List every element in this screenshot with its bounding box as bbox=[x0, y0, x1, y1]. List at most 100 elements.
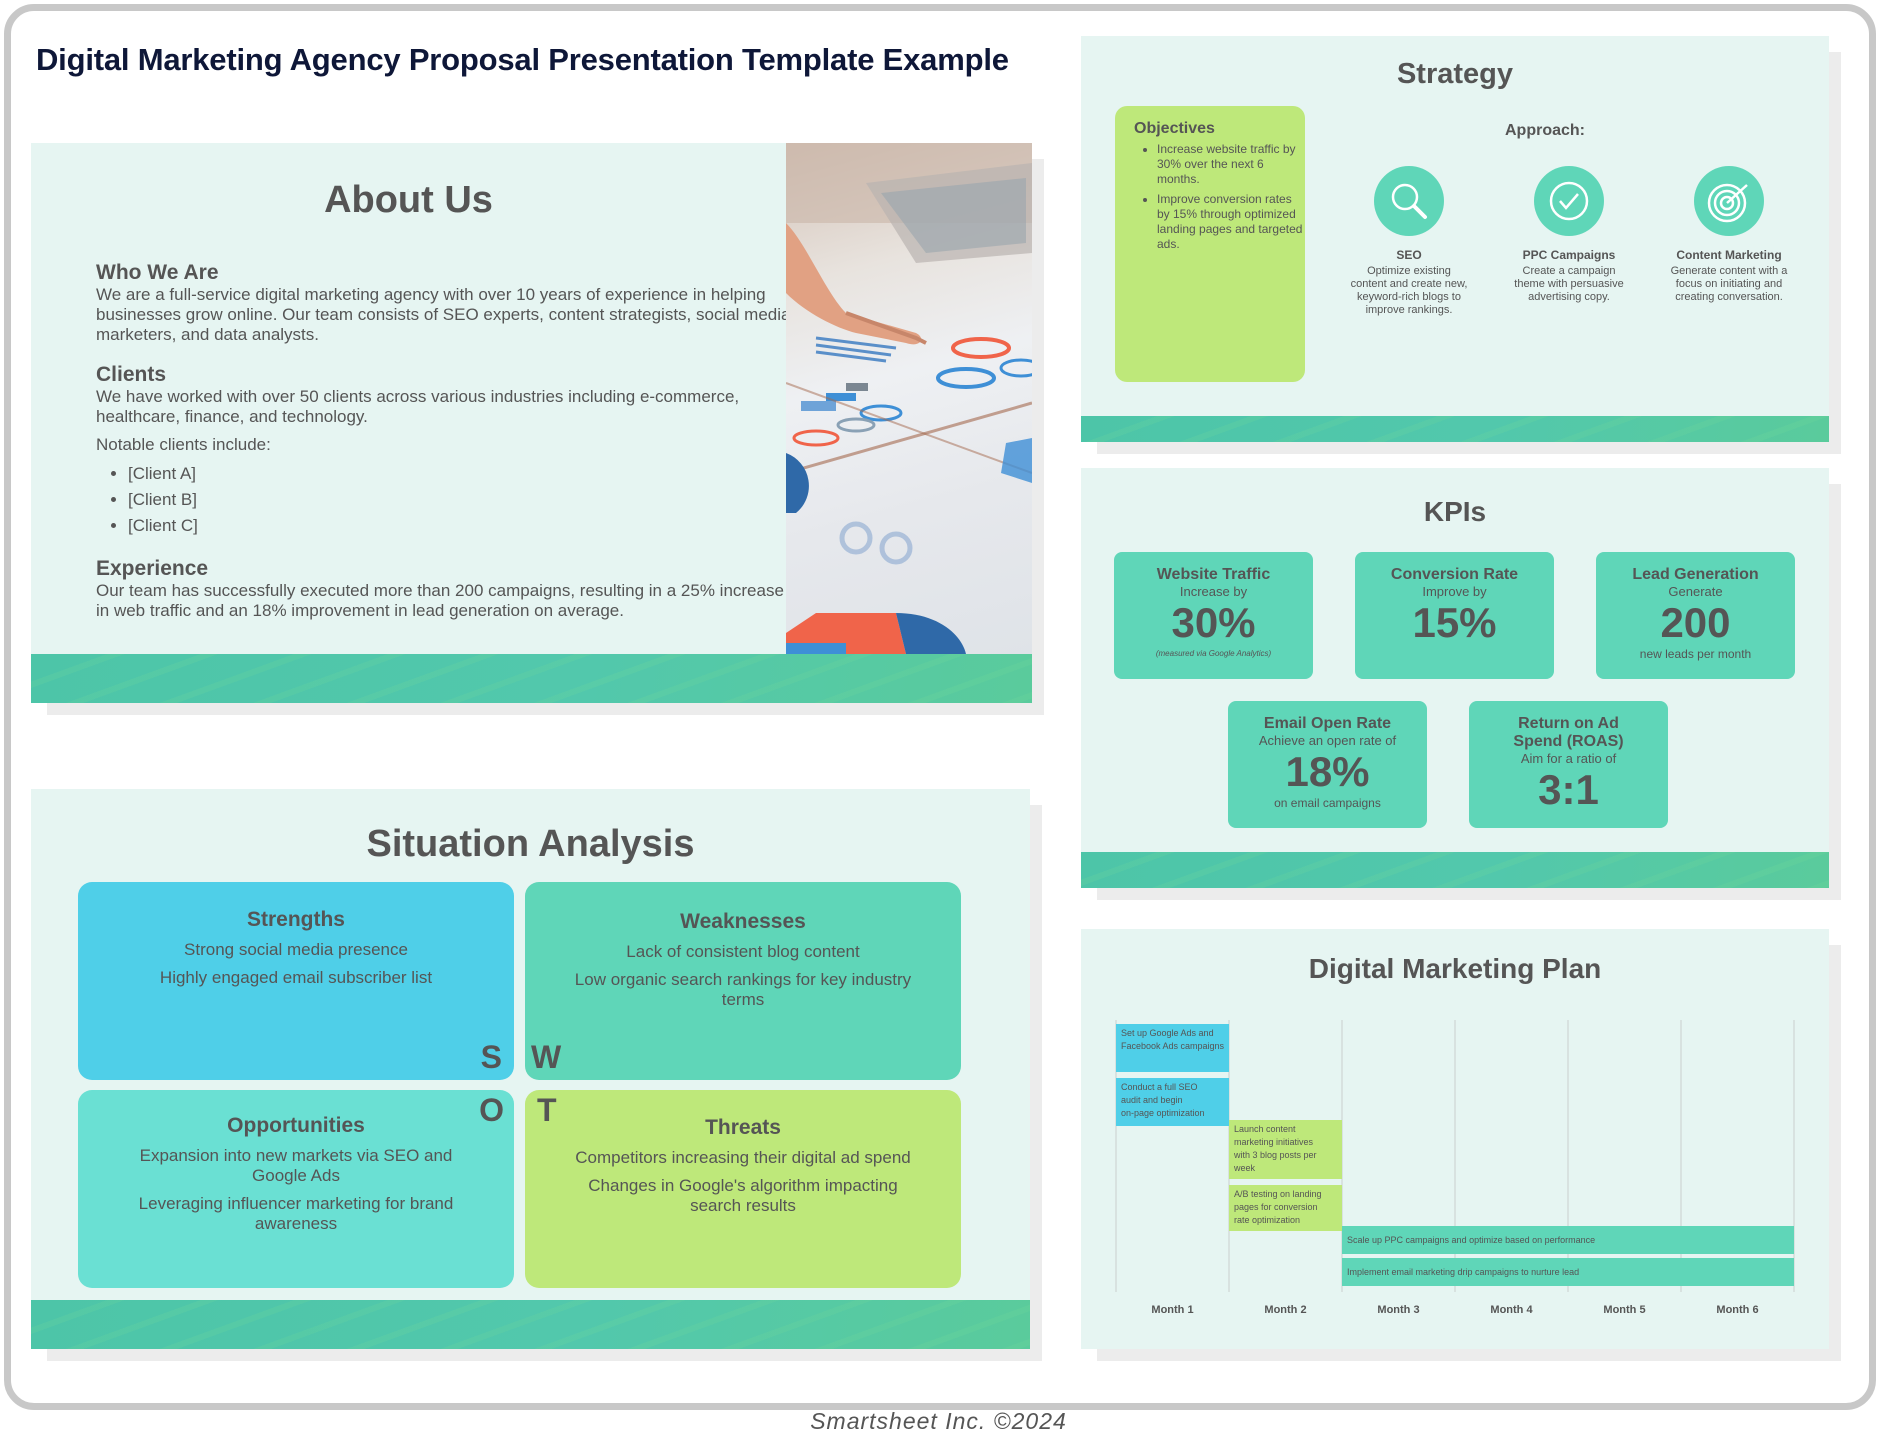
objectives-box: Objectives Increase website traffic by 3… bbox=[1115, 106, 1305, 382]
swot-weaknesses-title: Weaknesses bbox=[680, 910, 806, 933]
about-us-title: About Us bbox=[324, 179, 493, 221]
strategy-title: Strategy bbox=[1396, 58, 1514, 90]
kpi-title: Website Traffic bbox=[1156, 566, 1271, 583]
kpi-note: on email campaigns bbox=[1274, 796, 1381, 810]
kpi-title: Conversion Rate bbox=[1390, 566, 1519, 583]
swot-item: Leveraging influencer marketing for bran… bbox=[138, 1194, 454, 1233]
kpi-subtitle: Increase by bbox=[1179, 584, 1248, 599]
kpis-title: KPIs bbox=[1423, 496, 1487, 527]
swot-item: Strong social media presence bbox=[184, 940, 408, 959]
slide-footer-band bbox=[1081, 416, 1829, 442]
gantt-month-label: Month 3 bbox=[1377, 1304, 1419, 1316]
client-item: [Client C] bbox=[128, 513, 796, 539]
kpi-value: 18% bbox=[1285, 748, 1370, 795]
kpi-value: 200 bbox=[1660, 599, 1731, 646]
about-us-body: Who We Are We are a full-service digital… bbox=[96, 261, 796, 639]
swot-strengths: Strengths Strong social media presence H… bbox=[78, 882, 514, 1080]
client-item: [Client A] bbox=[128, 461, 796, 487]
swot-letter-t: T bbox=[537, 1092, 557, 1128]
objectives-heading: Objectives bbox=[1134, 120, 1215, 137]
analytics-photo bbox=[786, 143, 1032, 654]
swot-strengths-title: Strengths bbox=[246, 908, 345, 931]
approach-text: Optimize existing content and create new… bbox=[1350, 265, 1468, 316]
who-we-are-heading: Who We Are bbox=[96, 261, 219, 284]
swot-weaknesses: Weaknesses Lack of consistent blog conte… bbox=[525, 882, 961, 1080]
gantt-task-label: Scale up PPC campaigns and optimize base… bbox=[1347, 1235, 1595, 1245]
approach-title: Content Marketing bbox=[1676, 248, 1782, 262]
gantt-task: A/B testing on landing pages for conversi… bbox=[1229, 1185, 1342, 1231]
swot-item: Highly engaged email subscriber list bbox=[159, 968, 433, 987]
gantt-task: Launch content marketing initiatives with … bbox=[1229, 1120, 1342, 1179]
swot-letter-w: W bbox=[531, 1039, 562, 1075]
kpi-subtitle: Achieve an open rate of bbox=[1258, 733, 1397, 748]
approach-text: Generate content with a focus on initiat… bbox=[1670, 265, 1788, 303]
situation-analysis-slide: Situation Analysis Strengths Strong soci… bbox=[31, 789, 1030, 1349]
gantt-chart: Month 1 Month 2 Month 3 Month 4 Month 5 Month… bbox=[1115, 1020, 1795, 1316]
approach-text: Create a campaign theme with persuasive … bbox=[1514, 265, 1624, 303]
kpi-lead-generation: Lead Generation Generate 200 new leads p… bbox=[1596, 552, 1795, 679]
photo-illustration bbox=[786, 143, 1032, 654]
kpi-subtitle: Improve by bbox=[1422, 584, 1487, 599]
kpi-roas: Return on Ad Spend (ROAS) Aim for a rati… bbox=[1469, 701, 1668, 828]
page-title: Digital Marketing Agency Proposal Presen… bbox=[36, 42, 1009, 77]
swot-item: Low organic search rankings for key indu… bbox=[574, 970, 912, 1009]
situation-analysis-title: Situation Analysis bbox=[366, 823, 695, 865]
gantt-task-label: Implement email marketing drip campaigns… bbox=[1347, 1267, 1579, 1277]
gantt-task: Set up Google Ads and Facebook Ads campai… bbox=[1116, 1024, 1229, 1072]
gantt-month-label: Month 4 bbox=[1490, 1304, 1533, 1316]
clients-heading: Clients bbox=[96, 363, 167, 386]
magnifying-glass-icon bbox=[1374, 166, 1444, 236]
swot-item: Lack of consistent blog content bbox=[626, 942, 860, 961]
gantt-month-label: Month 6 bbox=[1716, 1304, 1758, 1316]
swot-item: Competitors increasing their digital ad … bbox=[575, 1148, 911, 1167]
gantt-task: Scale up PPC campaigns and optimize base… bbox=[1342, 1226, 1794, 1254]
kpi-title: Lead Generation bbox=[1632, 566, 1759, 583]
slide-footer-band bbox=[31, 1300, 1030, 1349]
experience-heading: Experience bbox=[96, 557, 209, 580]
gantt-month-label: Month 1 bbox=[1151, 1304, 1193, 1316]
slide-footer-band bbox=[1081, 852, 1829, 888]
kpi-note: (measured via Google Analytics) bbox=[1155, 649, 1272, 658]
who-we-are-text: We are a full-service digital marketing … bbox=[96, 285, 791, 344]
swot-letter-s: S bbox=[480, 1039, 502, 1075]
checkmark-circle-icon bbox=[1534, 166, 1604, 236]
kpi-value: 15% bbox=[1412, 599, 1497, 646]
swot-letter-o: O bbox=[479, 1092, 504, 1128]
kpi-subtitle: Generate bbox=[1668, 584, 1723, 599]
kpis-slide: KPIs Website Traffic Increase by 30% (me… bbox=[1081, 468, 1829, 888]
objectives-list: Increase website traffic by 30% over the… bbox=[1115, 142, 1305, 252]
kpi-note: new leads per month bbox=[1639, 647, 1752, 661]
notable-clients-label: Notable clients include: bbox=[96, 435, 271, 454]
client-item: [Client B] bbox=[128, 487, 796, 513]
slide-footer-band bbox=[31, 654, 1032, 703]
digital-marketing-plan-slide: Digital Marketing Plan Month 1 Month 2 Mon… bbox=[1081, 929, 1829, 1349]
gantt-task: Implement email marketing drip campaigns… bbox=[1342, 1258, 1794, 1286]
approach-content-marketing: Content Marketing Generate content with … bbox=[1669, 166, 1789, 304]
gantt-month-label: Month 5 bbox=[1603, 1304, 1645, 1316]
clients-text: We have worked with over 50 clients acro… bbox=[96, 387, 740, 426]
approach-label: Approach: bbox=[1505, 122, 1585, 139]
target-icon bbox=[1694, 166, 1764, 236]
swot-item: Changes in Google's algorithm impacting … bbox=[588, 1176, 898, 1215]
kpi-title: Return on Ad Spend (ROAS) bbox=[1513, 715, 1624, 750]
kpi-subtitle: Aim for a ratio of bbox=[1520, 751, 1617, 766]
approach-seo: SEO Optimize existing content and create… bbox=[1349, 166, 1469, 317]
swot-opportunities-title: Opportunities bbox=[227, 1114, 365, 1137]
swot-item: Expansion into new markets via SEO and G… bbox=[139, 1146, 453, 1185]
kpi-value: 30% bbox=[1171, 599, 1256, 646]
strategy-slide: Strategy Objectives Increase website tra… bbox=[1081, 36, 1829, 442]
kpi-value: 3:1 bbox=[1538, 766, 1599, 813]
swot-threats: Threats Competitors increasing their dig… bbox=[525, 1090, 961, 1288]
approach-title: SEO bbox=[1396, 248, 1422, 262]
swot-threats-title: Threats bbox=[705, 1116, 781, 1139]
about-us-slide: About Us Who We Are We are a full-servic… bbox=[31, 143, 1032, 703]
clients-list: [Client A] [Client B] [Client C] bbox=[96, 461, 796, 539]
approach-ppc: PPC Campaigns Create a campaign theme wi… bbox=[1509, 166, 1629, 304]
experience-text: Our team has successfully executed more … bbox=[96, 581, 784, 620]
swot-opportunities: Opportunities Expansion into new markets… bbox=[78, 1090, 514, 1288]
objective-item: Increase website traffic by 30% over the… bbox=[1157, 142, 1305, 187]
kpi-website-traffic: Website Traffic Increase by 30% (measure… bbox=[1114, 552, 1313, 679]
kpi-conversion-rate: Conversion Rate Improve by 15% bbox=[1355, 552, 1554, 679]
objective-item: Improve conversion rates by 15% through … bbox=[1157, 192, 1305, 252]
copyright-footer: Smartsheet Inc. ©2024 bbox=[810, 1408, 1067, 1434]
